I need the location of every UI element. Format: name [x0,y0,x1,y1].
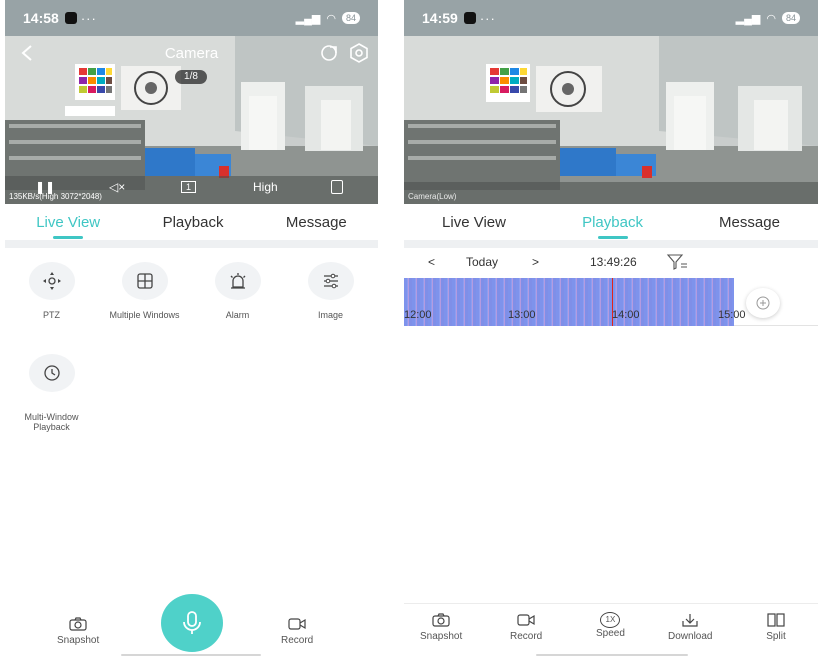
snapshot-button[interactable]: Snapshot [57,616,99,646]
signal-icon: ▂▄▆ [735,12,761,25]
tiktok-icon [64,12,77,24]
settings-icon[interactable] [348,42,370,64]
download-label: Download [668,631,713,642]
status-bar: 14:59 ··· ▂▄▆ ◠ 84 [404,0,818,36]
channel-counter: 1/8 [175,70,207,84]
camera-image [404,36,818,204]
snapshot-label: Snapshot [420,631,463,642]
record-button[interactable]: Record [281,616,313,646]
snapshot-label: Snapshot [57,635,100,646]
camera-icon [69,617,87,631]
back-arrow-icon[interactable] [17,42,39,64]
camera-icon [432,613,450,627]
camera-label: Camera(Low) [408,192,457,201]
tab-playback[interactable]: Playback [582,214,643,239]
status-time: 14:59 [422,10,458,26]
grid-icon [136,273,153,289]
channel-button[interactable]: 1 [181,181,197,193]
prev-day-button[interactable]: < [428,255,435,269]
divider [5,240,378,248]
status-time: 14:58 [23,10,59,26]
split-icon [767,613,785,627]
download-button[interactable]: Download [668,612,712,642]
tab-message[interactable]: Message [719,214,780,231]
speed-icon: 1X [600,612,621,628]
video-controls: ❚❚ ◁× 1 High 135KB/s(High 3072*2048) [5,178,378,202]
tab-message[interactable]: Message [286,214,347,231]
split-button[interactable]: Split [766,612,786,642]
timeline-label-12: 12:00 [404,309,432,321]
signal-icon: ▂▄▆ [295,12,321,25]
tab-live-view[interactable]: Live View [36,214,100,239]
tab-live-view[interactable]: Live View [442,214,506,231]
timeline-label-14: 14:00 [612,309,640,321]
next-day-button[interactable]: > [532,255,539,269]
feature-label: Multiple Windows [109,310,180,320]
speed-button[interactable]: 1X Speed [596,612,625,639]
ptz-icon [42,272,61,290]
home-indicator [121,654,261,656]
microphone-icon [183,611,201,634]
bitrate-text: 135KB/s(High 3072*2048) [9,192,102,201]
feature-multi-window-playback[interactable]: Multi-Window Playback [5,344,98,432]
status-bar: 14:58 ··· ▂▄▆ ◠ 84 [5,0,378,36]
zoom-in-icon [756,296,770,310]
feature-ptz[interactable]: PTZ [5,262,98,320]
alarm-icon [230,273,245,289]
wifi-icon: ◠ [766,12,776,25]
speed-label: Speed [596,628,625,639]
sliders-icon [323,273,338,289]
divider [404,240,818,248]
tab-playback[interactable]: Playback [163,214,224,231]
timeline-label-13: 13:00 [508,309,536,321]
battery-icon: 84 [781,12,800,24]
video-record-icon [288,618,306,630]
share-icon[interactable] [318,42,340,64]
status-icons: ▂▄▆ ◠ 84 [736,12,800,25]
split-label: Split [766,631,786,642]
snapshot-button[interactable]: Snapshot [420,612,462,642]
status-dots: ··· [479,10,496,26]
video-record-icon [517,614,535,626]
tab-bar: Live View Playback Message [404,204,818,240]
camera-title: Camera [164,44,219,62]
record-label: Record [510,631,543,642]
feature-label: Multi-Window Playback [24,412,79,432]
playback-time: 13:49:26 [590,255,637,269]
status-icons: ▂▄▆ ◠ 84 [296,12,360,25]
status-dots: ··· [80,10,97,26]
fullscreen-icon[interactable] [331,180,343,194]
video-header: Camera [5,36,378,70]
feature-label: Image [317,310,343,320]
filter-icon[interactable] [666,253,688,271]
talk-button[interactable] [161,594,223,652]
date-label[interactable]: Today [466,255,498,269]
history-icon [43,365,60,381]
recording-segment [404,278,734,326]
wifi-icon: ◠ [326,12,336,25]
download-icon [682,614,698,627]
feature-label: PTZ [43,310,60,320]
playback-video-feed[interactable]: Camera(Low) [404,36,818,204]
home-indicator [536,654,688,656]
live-view-screen: 14:58 ··· ▂▄▆ ◠ 84 Camera 1/8 ❚❚ ◁× 1 Hi… [5,0,378,660]
feature-multiple-windows[interactable]: Multiple Windows [98,262,191,320]
feature-label: Alarm [225,310,250,320]
playback-date-bar: < Today > 13:49:26 [404,248,818,276]
feature-image[interactable]: Image [284,262,377,320]
mute-icon[interactable]: ◁× [109,180,125,194]
playback-screen: 14:59 ··· ▂▄▆ ◠ 84 Camera(Low) Live View… [404,0,818,660]
tab-bar: Live View Playback Message [5,204,378,240]
quality-button[interactable]: High [253,180,278,194]
record-label: Record [281,635,314,646]
zoom-in-button[interactable] [746,288,780,318]
divider [404,603,818,604]
timeline-label-15: 15:00 [718,309,746,321]
tiktok-icon [463,12,476,24]
battery-icon: 84 [341,12,360,24]
feature-alarm[interactable]: Alarm [191,262,284,320]
record-button[interactable]: Record [510,612,542,642]
